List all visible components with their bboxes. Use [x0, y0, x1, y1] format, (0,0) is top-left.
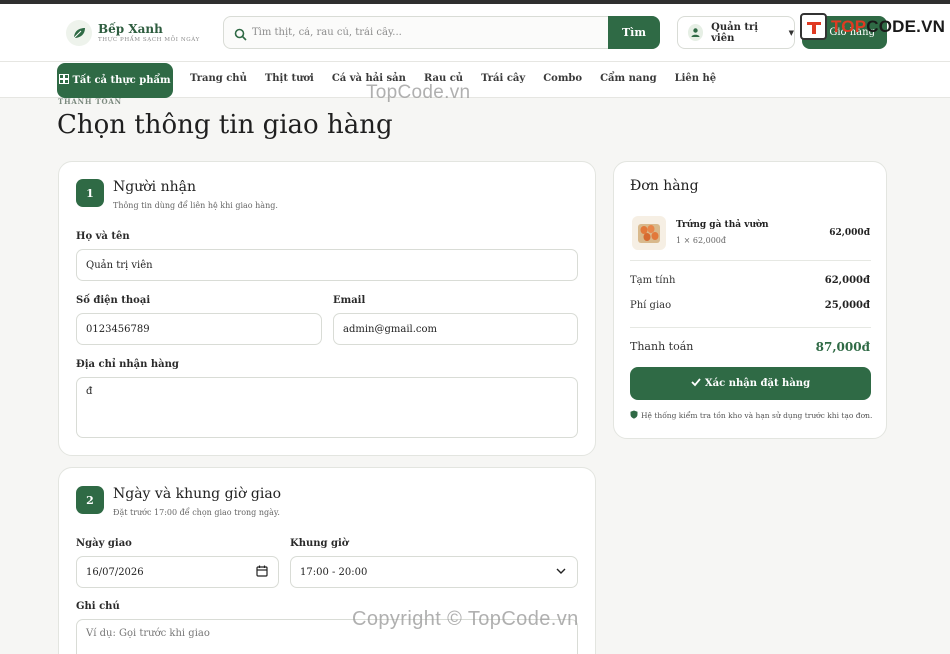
time-slot-select[interactable]: 17:00 - 20:00	[290, 556, 578, 588]
watermark-logo-text: TOPCODE.VN	[831, 16, 946, 36]
shield-icon	[630, 410, 638, 421]
date-field[interactable]: 16/07/2026	[76, 556, 279, 588]
chevron-down-icon: ▼	[788, 28, 794, 37]
email-field[interactable]: admin@gmail.com	[333, 313, 578, 345]
divider	[630, 260, 871, 261]
email-label: Email	[333, 295, 366, 306]
confirm-order-label: Xác nhận đặt hàng	[704, 378, 811, 389]
recipient-card: 1 Người nhận Thông tin dùng để liên hệ k…	[58, 161, 596, 456]
nav-link-contact[interactable]: Liên hệ	[675, 73, 717, 84]
time-slot-value: 17:00 - 20:00	[300, 566, 368, 578]
stock-check-text: Hệ thống kiểm tra tồn kho và hạn sử dụng…	[641, 411, 873, 420]
brand-name: Bếp Xanh	[98, 22, 163, 36]
search-bar: Tìm	[223, 16, 660, 49]
account-label: Quản trị viên	[711, 21, 759, 44]
product-image	[632, 216, 666, 250]
brand-logo[interactable]: Bếp Xanh THỰC PHẨM SẠCH MỖI NGÀY	[66, 20, 200, 46]
section-title: Người nhận	[113, 179, 196, 195]
section-subtitle: Thông tin dùng để liên hệ khi giao hàng.	[113, 201, 278, 210]
product-price: 62,000đ	[829, 228, 870, 238]
watermark-copyright: Copyright © TopCode.vn	[352, 608, 579, 630]
divider	[630, 327, 871, 328]
main-nav: Tất cả thực phẩm Trang chủ Thịt tươi Cá …	[0, 62, 950, 98]
phone-field[interactable]: 0123456789	[76, 313, 322, 345]
product-quantity: 1 × 62,000đ	[676, 236, 726, 245]
summary-title: Đơn hàng	[630, 178, 699, 194]
total-label: Thanh toán	[630, 340, 694, 353]
shipping-value: 25,000đ	[824, 300, 870, 311]
nav-link-guide[interactable]: Cẩm nang	[600, 73, 657, 84]
watermark-logo: TOPCODE.VN	[800, 13, 945, 40]
calendar-icon[interactable]	[256, 565, 268, 580]
shipping-label: Phí giao	[630, 300, 672, 311]
name-label: Họ và tên	[76, 231, 130, 242]
product-name: Trứng gà thả vườn	[676, 220, 769, 230]
phone-label: Số điện thoại	[76, 295, 151, 306]
breadcrumb: THANH TOÁN	[58, 97, 122, 106]
search-button[interactable]: Tìm	[608, 16, 660, 49]
watermark-logo-icon	[800, 13, 827, 40]
brand-tagline: THỰC PHẨM SẠCH MỖI NGÀY	[98, 37, 200, 43]
all-products-label: Tất cả thực phẩm	[72, 75, 171, 86]
nav-link-home[interactable]: Trang chủ	[190, 73, 247, 84]
note-label: Ghi chú	[76, 601, 120, 612]
grid-icon	[59, 74, 70, 87]
confirm-order-button[interactable]: Xác nhận đặt hàng	[630, 367, 871, 400]
user-icon	[688, 24, 704, 41]
stock-check-note: Hệ thống kiểm tra tồn kho và hạn sử dụng…	[630, 410, 872, 421]
name-field[interactable]: Quản trị viên	[76, 249, 578, 281]
all-products-button[interactable]: Tất cả thực phẩm	[57, 63, 173, 98]
step-badge: 2	[76, 486, 104, 514]
page-title: Chọn thông tin giao hàng	[57, 110, 393, 140]
total-value: 87,000đ	[815, 340, 870, 354]
date-value: 16/07/2026	[86, 566, 144, 578]
watermark-text: TopCode.vn	[366, 82, 471, 103]
nav-link-fruit[interactable]: Trái cây	[481, 73, 525, 84]
order-summary-card: Đơn hàng Trứng gà thả vườn 1 × 62,000đ 6…	[613, 161, 887, 439]
account-menu[interactable]: Quản trị viên ▼	[677, 16, 795, 49]
site-header: Bếp Xanh THỰC PHẨM SẠCH MỖI NGÀY Tìm Quả…	[0, 4, 950, 62]
section-title: Ngày và khung giờ giao	[113, 486, 282, 502]
search-icon	[234, 26, 247, 45]
subtotal-label: Tạm tính	[630, 275, 676, 286]
subtotal-value: 62,000đ	[824, 275, 870, 286]
nav-link-meat[interactable]: Thịt tươi	[265, 73, 314, 84]
step-badge: 1	[76, 179, 104, 207]
search-input[interactable]	[252, 17, 622, 48]
check-icon	[691, 377, 701, 390]
date-label: Ngày giao	[76, 538, 132, 549]
section-subtitle: Đặt trước 17:00 để chọn giao trong ngày.	[113, 508, 280, 517]
address-field[interactable]: đ	[76, 377, 578, 438]
address-label: Địa chỉ nhận hàng	[76, 359, 179, 370]
chevron-down-icon	[555, 565, 567, 580]
slot-label: Khung giờ	[290, 538, 349, 549]
nav-link-combo[interactable]: Combo	[543, 73, 582, 84]
leaf-icon	[66, 20, 92, 46]
